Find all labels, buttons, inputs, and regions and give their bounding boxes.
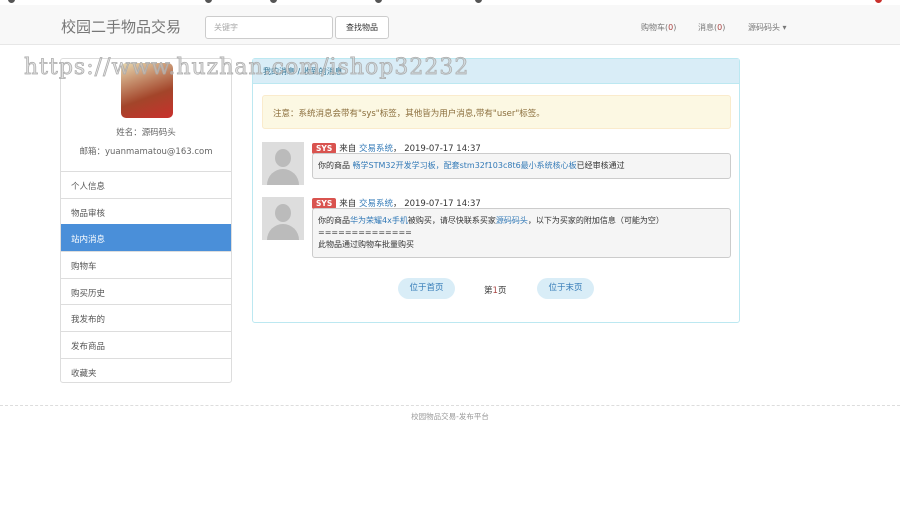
sidebar-item-my-posts[interactable]: 我发布的 xyxy=(61,304,231,331)
search-button[interactable]: 查找物品 xyxy=(335,16,389,39)
text: 你的商品 xyxy=(318,216,350,225)
text: 已经审核通过 xyxy=(576,161,625,170)
first-page-button[interactable]: 位于首页 xyxy=(398,278,455,299)
sidebar-item-profile[interactable]: 个人信息 xyxy=(61,171,231,198)
last-page-button[interactable]: 位于末页 xyxy=(537,278,594,299)
sidebar-item-favorites[interactable]: 收藏夹 xyxy=(61,357,231,385)
message-body: 你的商品 畅学STM32开发学习板，配套stm32f103c8t6最小系统核心板… xyxy=(312,153,731,179)
extra-info: 此物品通过购物车批量购买 xyxy=(318,240,414,249)
t: 第 xyxy=(484,286,493,296)
t: 页 xyxy=(497,286,507,296)
user-menu[interactable]: 源码码头 ▾ xyxy=(748,22,787,33)
footer-divider xyxy=(0,405,900,406)
sender-avatar-icon xyxy=(262,142,304,185)
cart-label: 购物车( xyxy=(641,23,669,32)
paren: ) xyxy=(673,23,677,32)
nav-messages[interactable]: 消息(0) xyxy=(698,22,725,33)
search-input[interactable]: 关键字 xyxy=(205,16,333,39)
text: ，以下为买家的附加信息（可能为空） xyxy=(527,216,664,225)
sender-avatar-icon xyxy=(262,197,304,240)
user-name: 姓名：源码码头 xyxy=(116,128,176,138)
user-avatar xyxy=(121,63,173,118)
user-email: 邮箱：yuanmamatou@163.com xyxy=(79,147,213,157)
sidebar-item-post-item[interactable]: 发布商品 xyxy=(61,331,231,358)
sidebar-item-review[interactable]: 物品审核 xyxy=(61,197,231,225)
notice-alert: 注意：系统消息会带有"sys"标签，其他皆为用户消息,带有"user"标签。 xyxy=(262,95,731,129)
divider: ============== xyxy=(318,228,412,237)
sidebar: 姓名：源码码头 邮箱：yuanmamatou@163.com 个人信息 物品审核… xyxy=(60,58,232,383)
messages-panel: 我的消息 / 收到的消息 注意：系统消息会带有"sys"标签，其他皆为用户消息,… xyxy=(252,58,740,323)
buyer-link[interactable]: 源码码头 xyxy=(496,216,528,225)
text: 被购买，请尽快联系买家 xyxy=(407,216,496,225)
sidebar-item-history[interactable]: 购买历史 xyxy=(61,277,231,305)
paren: ) xyxy=(722,23,726,32)
sidebar-item-cart[interactable]: 购物车 xyxy=(61,251,231,278)
panel-title: 我的消息 / 收到的消息 xyxy=(253,59,739,84)
current-page: 第1页 xyxy=(484,284,506,296)
brand-logo[interactable]: 校园二手物品交易 xyxy=(61,16,181,37)
footer-text: 校园物品交易-发布平台 xyxy=(411,412,489,421)
navbar: 校园二手物品交易 关键字 查找物品 购物车(0) 消息(0) 源码码头 ▾ xyxy=(0,5,900,45)
messages-label: 消息( xyxy=(698,23,718,32)
item-link[interactable]: 华为荣耀4x手机 xyxy=(350,216,408,225)
nav-cart[interactable]: 购物车(0) xyxy=(641,22,676,33)
text: 你的商品 xyxy=(318,161,353,170)
item-link[interactable]: 畅学STM32开发学习板，配套stm32f103c8t6最小系统核心板 xyxy=(353,161,577,170)
message-body: 你的商品华为荣耀4x手机被购买，请尽快联系买家源码码头，以下为买家的附加信息（可… xyxy=(312,208,731,258)
sidebar-item-messages[interactable]: 站内消息 xyxy=(61,224,231,252)
